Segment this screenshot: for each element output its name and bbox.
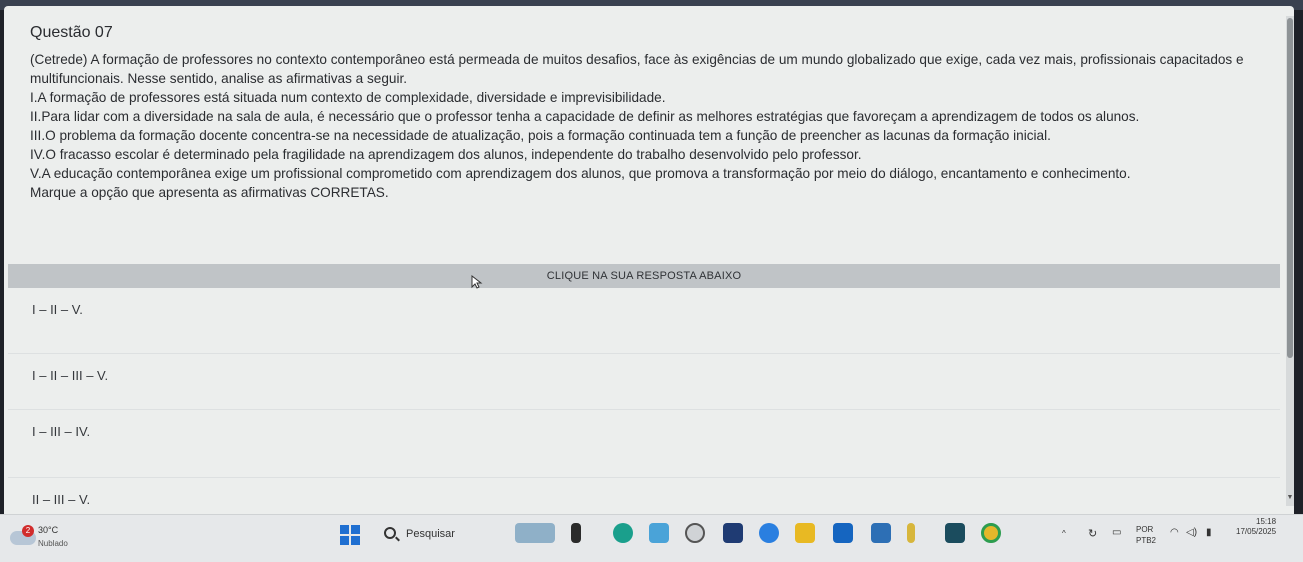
volume-icon[interactable]: ◁) bbox=[1186, 527, 1197, 538]
chrome-icon[interactable] bbox=[981, 523, 1001, 543]
answer-option-d[interactable]: II – III – V. bbox=[8, 478, 1280, 514]
instruction-line: Marque a opção que apresenta as afirmati… bbox=[30, 185, 389, 200]
display-icon[interactable]: ▭ bbox=[1112, 527, 1121, 538]
clock-time[interactable]: 15:18 bbox=[1256, 517, 1276, 526]
question-page: Questão 07 (Cetrede) A formação de profe… bbox=[4, 6, 1294, 514]
statement-iv: IV.O fracasso escolar é determinado pela… bbox=[30, 147, 862, 162]
answer-options: I – II – V. I – II – III – V. I – III – … bbox=[8, 288, 1280, 514]
folder-icon[interactable] bbox=[795, 523, 815, 543]
keyboard-layout[interactable]: PTB2 bbox=[1136, 536, 1156, 545]
update-icon[interactable]: ↻ bbox=[1088, 527, 1097, 540]
answer-option-a[interactable]: I – II – V. bbox=[8, 288, 1280, 354]
question-title: Questão 07 bbox=[30, 24, 113, 41]
windows-start-icon[interactable] bbox=[340, 525, 360, 545]
store-icon[interactable] bbox=[723, 523, 743, 543]
weather-widget[interactable]: 2 30°C Nublado bbox=[8, 521, 88, 555]
stem-line: multifuncionais. Nesse sentido, analise … bbox=[30, 71, 408, 86]
search-label: Pesquisar bbox=[406, 528, 455, 540]
app-c-icon[interactable] bbox=[759, 523, 779, 543]
copilot-icon[interactable] bbox=[649, 523, 669, 543]
option-label: II – III – V. bbox=[32, 492, 91, 507]
search-icon bbox=[384, 527, 396, 539]
answer-option-c[interactable]: I – III – IV. bbox=[8, 410, 1280, 478]
statement-v: V.A educação contemporânea exige um prof… bbox=[30, 166, 1131, 181]
question-stem: (Cetrede) A formação de professores no c… bbox=[30, 50, 1275, 202]
statement-iii: III.O problema da formação docente conce… bbox=[30, 128, 1051, 143]
scroll-thumb[interactable] bbox=[1287, 18, 1293, 358]
edge-icon[interactable] bbox=[613, 523, 633, 543]
file-explorer-icon[interactable] bbox=[571, 523, 581, 543]
terminal-icon[interactable] bbox=[945, 523, 965, 543]
option-label: I – II – III – V. bbox=[32, 368, 109, 383]
statement-i: I.A formação de professores está situada… bbox=[30, 90, 666, 105]
news-widget-icon[interactable] bbox=[515, 523, 555, 543]
language-indicator[interactable]: POR bbox=[1136, 525, 1153, 534]
settings-gear-icon[interactable] bbox=[685, 523, 705, 543]
statement-ii: II.Para lidar com a diversidade na sala … bbox=[30, 109, 1140, 124]
wifi-icon[interactable]: ◠ bbox=[1170, 527, 1179, 538]
option-label: I – II – V. bbox=[32, 302, 83, 317]
notification-badge: 2 bbox=[22, 525, 34, 537]
system-tray: ^ ↻ ▭ POR PTB2 ◠ ◁) ▮ 15:18 17/05/2025 bbox=[1060, 517, 1300, 559]
scroll-down-arrow-icon[interactable]: ▼ bbox=[1286, 494, 1294, 502]
weather-temperature: 30°C bbox=[38, 525, 59, 535]
pin-icon[interactable] bbox=[907, 523, 915, 543]
taskbar-search[interactable]: Pesquisar bbox=[380, 523, 510, 547]
photos-icon[interactable] bbox=[871, 523, 891, 543]
answer-banner: CLIQUE NA SUA RESPOSTA ABAIXO bbox=[8, 264, 1280, 288]
windows-taskbar: 2 30°C Nublado Pesquisar ^ ↻ ▭ POR PTB2 … bbox=[0, 514, 1303, 562]
outlook-icon[interactable] bbox=[833, 523, 853, 543]
option-label: I – III – IV. bbox=[32, 424, 91, 439]
stem-line: (Cetrede) A formação de professores no c… bbox=[30, 52, 1244, 67]
page-scrollbar[interactable]: ▼ bbox=[1286, 16, 1294, 506]
chevron-up-icon[interactable]: ^ bbox=[1062, 529, 1066, 538]
weather-condition: Nublado bbox=[38, 539, 68, 548]
mouse-cursor-icon bbox=[471, 275, 483, 289]
answer-option-b[interactable]: I – II – III – V. bbox=[8, 354, 1280, 410]
battery-icon[interactable]: ▮ bbox=[1206, 527, 1212, 538]
clock-date[interactable]: 17/05/2025 bbox=[1236, 527, 1276, 536]
